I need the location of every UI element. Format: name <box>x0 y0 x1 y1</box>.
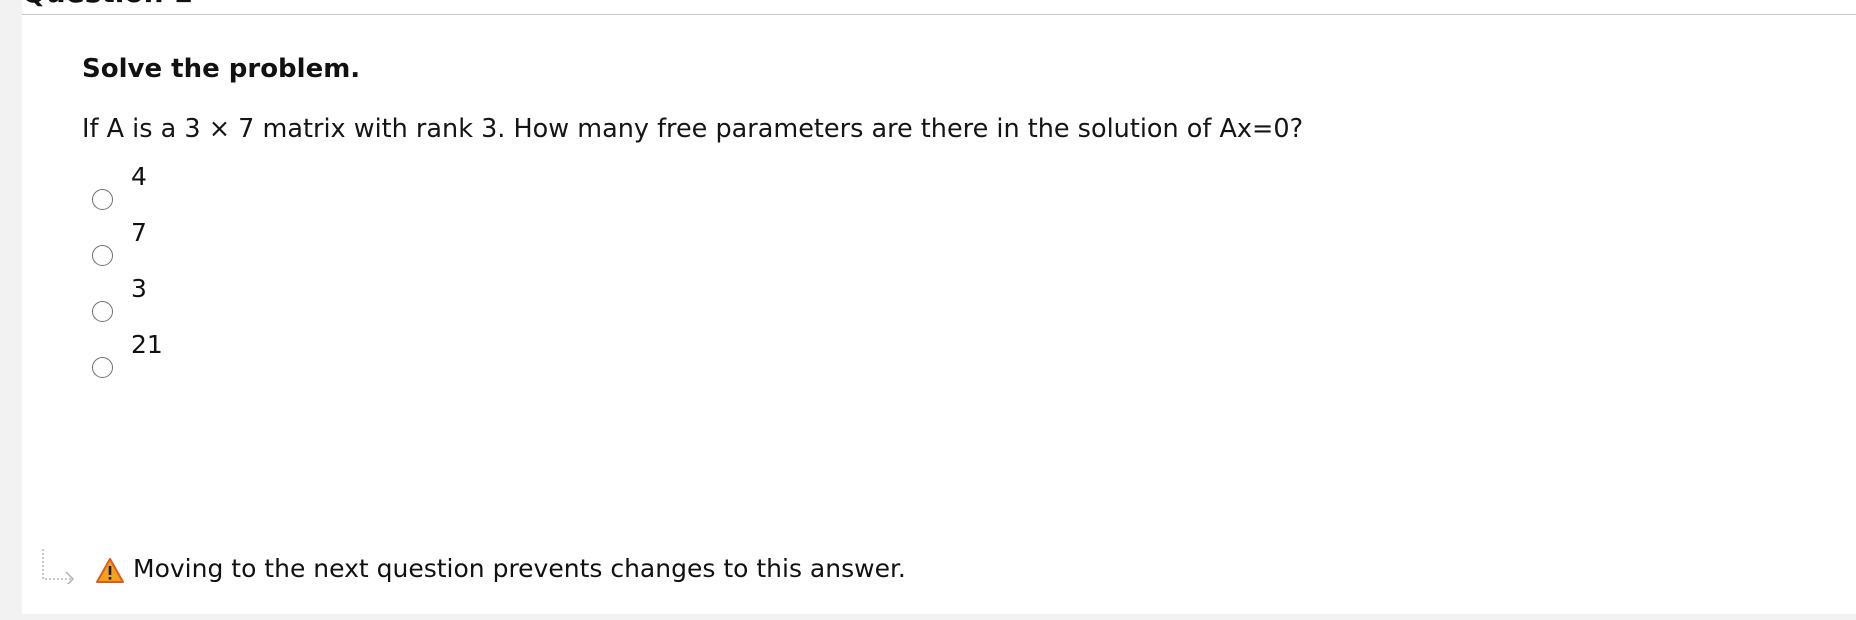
answer-option-4[interactable]: 21 <box>92 330 212 392</box>
question-panel: Question 1 Solve the problem. If A is a … <box>22 0 1856 614</box>
flow-arrow-icon <box>42 549 75 584</box>
question-prompt: If A is a 3 × 7 matrix with rank 3. How … <box>82 114 1304 144</box>
answer-label: 21 <box>131 330 163 359</box>
warning-icon <box>96 558 124 583</box>
answer-label: 3 <box>131 274 147 303</box>
answer-option-2[interactable]: 7 <box>92 218 212 280</box>
answer-option-1[interactable]: 4 <box>92 162 212 224</box>
radio-button[interactable] <box>92 189 113 210</box>
question-header: Question 1 <box>22 0 1856 15</box>
question-title: Question 1 <box>22 0 193 14</box>
question-instruction: Solve the problem. <box>82 54 361 84</box>
radio-button[interactable] <box>92 357 113 378</box>
answer-label: 7 <box>131 218 147 247</box>
radio-button[interactable] <box>92 245 113 266</box>
answer-label: 4 <box>131 162 147 191</box>
answer-option-3[interactable]: 3 <box>92 274 212 336</box>
answer-lock-warning: Moving to the next question prevents cha… <box>22 544 922 584</box>
radio-button[interactable] <box>92 301 113 322</box>
warning-message: Moving to the next question prevents cha… <box>133 554 906 583</box>
